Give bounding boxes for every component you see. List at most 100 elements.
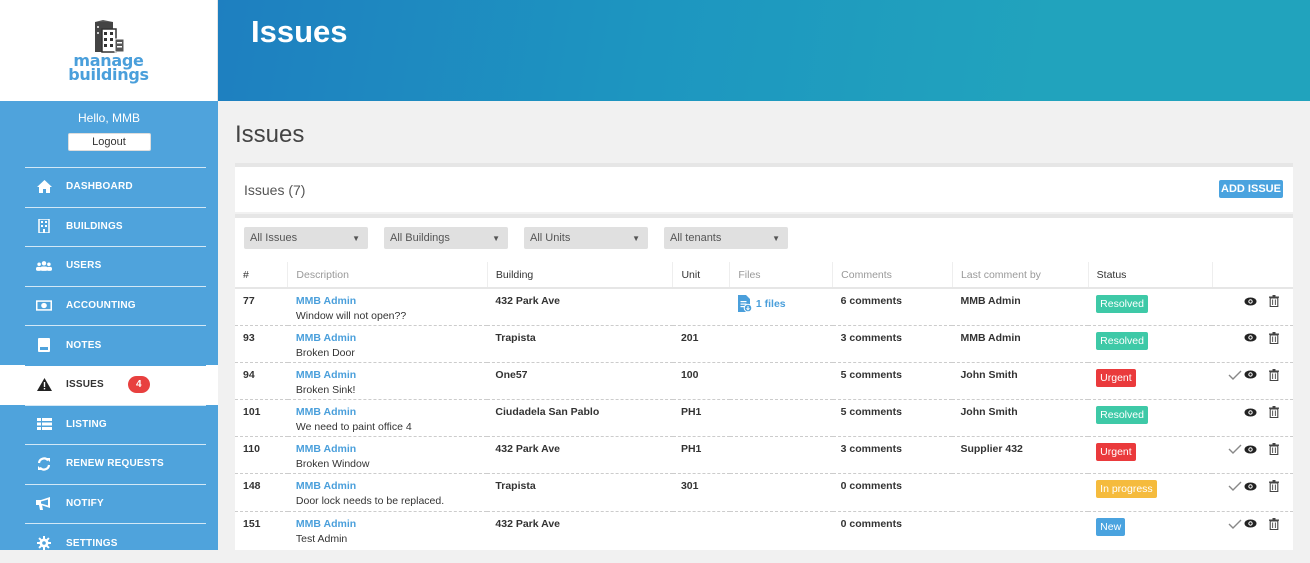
column-header-unit[interactable]: Unit [672,262,730,289]
view-eye-icon[interactable] [1244,482,1257,494]
issue-building: One57 [487,362,673,401]
sidebar-item-label: USERS [66,260,102,272]
sidebar: manage buildings Hello, MMB Logout DASHB… [0,0,218,551]
issue-status-cell: New [1088,511,1212,548]
tenant-filter[interactable]: All tenants ▼ [664,227,788,249]
delete-trash-icon[interactable] [1269,517,1279,533]
issue-id: 77 [235,288,288,326]
table-row[interactable]: 77 MMB Admin Window will not open?? 432 … [235,288,1293,326]
issue-files-cell [730,511,833,548]
column-header-description[interactable]: Description [287,262,488,289]
issue-id: 110 [235,436,288,475]
filters: All Issues ▼ All Buildings ▼ All Units ▼ Al… [244,227,788,249]
issue-author-link[interactable]: MMB Admin [296,369,488,381]
issue-unit: PH1 [672,436,730,475]
delete-trash-icon[interactable] [1269,331,1279,347]
issue-files-cell [729,325,833,363]
column-header-comments[interactable]: Comments [832,262,953,289]
table-row[interactable]: 148 MMB Admin Door lock needs to be repl… [235,473,1293,512]
view-eye-icon[interactable] [1244,297,1257,309]
issue-author-link[interactable]: MMB Admin [296,443,488,455]
issue-building: Trapista [487,325,673,363]
issue-author-link[interactable]: MMB Admin [296,480,488,492]
status-badge: Urgent [1096,368,1136,387]
issue-author-link[interactable]: MMB Admin [296,295,488,307]
filter-value: All Units [530,232,571,244]
column-header-status[interactable]: Status [1087,262,1212,289]
sidebar-item-notify[interactable]: NOTIFY [0,483,218,524]
issue-description-cell: MMB Admin Window will not open?? [287,288,488,326]
issue-actions [1212,436,1293,475]
users-icon [36,259,52,273]
status-badge: New [1096,517,1126,536]
issue-files-cell: 1 files [729,288,833,326]
view-eye-icon[interactable] [1244,408,1257,420]
mark-resolved-check-icon[interactable] [1228,444,1242,457]
delete-trash-icon[interactable] [1269,443,1279,458]
home-icon [36,180,52,194]
delete-trash-icon[interactable] [1269,368,1279,384]
caret-down-icon: ▼ [352,233,360,243]
logout-button[interactable]: Logout [67,133,151,151]
view-eye-icon[interactable] [1244,333,1257,345]
view-eye-icon[interactable] [1244,519,1257,531]
issue-status-cell: Resolved [1088,399,1212,438]
file-attachment-link[interactable]: 1 files [737,295,786,312]
mark-resolved-check-icon[interactable] [1228,519,1242,532]
mark-resolved-check-icon[interactable] [1228,481,1242,494]
issues-table: # Description Building Unit Files Commen… [235,262,1293,548]
issue-status-cell: In progress [1088,473,1212,512]
column-header-id[interactable]: # [235,262,288,289]
sidebar-item-accounting[interactable]: ACCOUNTING [0,285,218,326]
column-header-building[interactable]: Building [486,262,673,289]
sidebar-item-buildings[interactable]: BUILDINGS [0,206,218,247]
mark-resolved-check-icon[interactable] [1228,370,1242,383]
add-issue-button[interactable]: ADD ISSUE [1219,180,1283,198]
view-eye-icon[interactable] [1244,445,1257,457]
table-row[interactable]: 101 MMB Admin We need to paint office 4 … [235,399,1293,438]
delete-trash-icon[interactable] [1269,480,1279,495]
issue-description: Broken Door [295,346,355,359]
sidebar-item-listing[interactable]: LISTING [0,404,218,445]
sidebar-item-renew-requests[interactable]: RENEW REQUESTS [0,444,218,484]
table-row[interactable]: 151 MMB Admin Test Admin 432 Park Ave 0 … [235,511,1293,548]
issues-count: Issues (7) [244,182,306,198]
issue-comments: 5 comments [832,399,953,438]
money-icon [36,299,52,313]
issue-status-cell: Resolved [1088,325,1212,363]
notebook-icon [36,338,52,353]
sidebar-item-dashboard[interactable]: DASHBOARD [0,167,218,207]
table-row[interactable]: 110 MMB Admin Broken Window 432 Park Ave… [235,436,1293,475]
delete-trash-icon[interactable] [1269,295,1279,310]
column-header-files[interactable]: Files [729,262,833,289]
issues-count-badge: 4 [127,376,150,394]
sidebar-item-notes[interactable]: NOTES [0,325,218,365]
view-eye-icon[interactable] [1244,370,1257,382]
building-filter[interactable]: All Buildings ▼ [384,227,508,249]
list-icon [36,417,52,431]
issue-building: Trapista [487,473,673,512]
table-row[interactable]: 93 MMB Admin Broken Door Trapista 201 3 … [235,325,1293,363]
sidebar-item-users[interactable]: USERS [0,246,218,286]
column-header-last-comment-by[interactable]: Last comment by [951,262,1089,289]
issue-unit: 301 [672,473,730,512]
issue-id: 151 [243,517,261,530]
issue-author-link[interactable]: MMB Admin [296,406,488,418]
issue-description-cell: MMB Admin We need to paint office 4 [287,399,488,438]
table-row[interactable]: 94 MMB Admin Broken Sink! One57 100 5 co… [235,362,1293,401]
issue-last-comment-by: Supplier 432 [952,436,1089,475]
issue-author-link[interactable]: MMB Admin [296,332,488,344]
issue-unit [672,288,730,326]
sidebar-item-issues[interactable]: ISSUES 4 [0,364,218,405]
issue-type-filter[interactable]: All Issues ▼ [244,227,368,249]
sidebar-item-label: NOTES [66,339,102,351]
issue-files-cell [729,473,833,512]
issue-unit [673,511,730,548]
unit-filter[interactable]: All Units ▼ [524,227,648,249]
issue-author-link[interactable]: MMB Admin [296,518,488,530]
delete-trash-icon[interactable] [1269,406,1279,421]
sidebar-item-settings[interactable]: SETTINGS [0,523,218,563]
issue-building: 432 Park Ave [487,436,673,475]
issues-panel-header: Issues (7) ADD ISSUE [235,163,1293,212]
logo[interactable]: manage buildings [0,0,218,101]
